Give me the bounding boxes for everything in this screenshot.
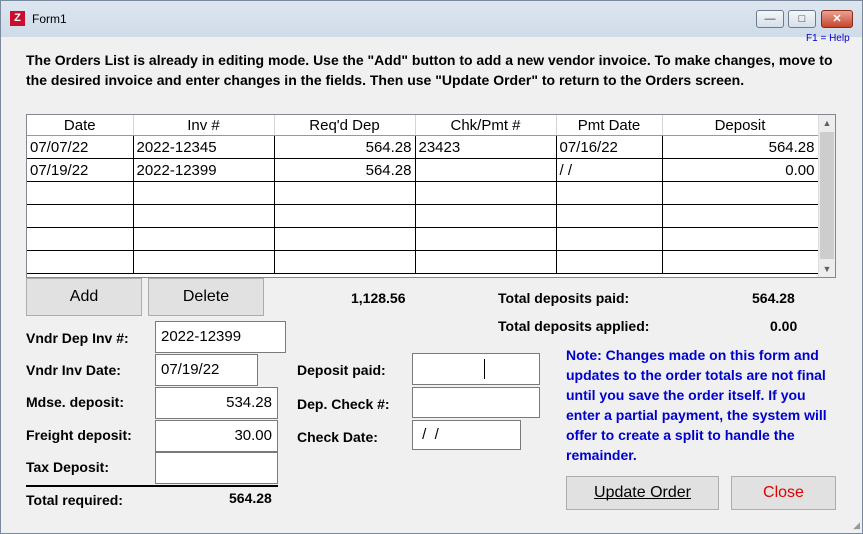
column-header[interactable]: Inv # [133,115,275,136]
table-cell[interactable]: 07/16/22 [556,135,663,159]
check-date-label: Check Date: [297,429,378,445]
table-cell[interactable] [133,227,275,251]
req-deposit-total: 1,128.56 [351,290,406,306]
table-cell[interactable] [27,250,134,274]
table-cell[interactable] [415,158,557,182]
total-required-label: Total required: [26,492,123,508]
table-cell[interactable] [415,250,557,274]
column-header[interactable]: Req'd Dep [274,115,416,136]
column-header[interactable]: Chk/Pmt # [415,115,557,136]
total-required-value: 564.28 [229,490,272,506]
table-cell[interactable] [27,227,134,251]
table-row-empty[interactable] [27,204,819,228]
table-cell[interactable]: 564.28 [274,135,416,159]
dep-check-label: Dep. Check #: [297,396,390,412]
table-cell[interactable] [662,204,819,228]
table-cell[interactable] [133,204,275,228]
scroll-down-icon[interactable]: ▼ [819,261,835,277]
table-cell[interactable] [662,250,819,274]
title-bar[interactable]: Z Form1 — □ ✕ [1,1,862,37]
dep-check-field[interactable] [412,387,540,418]
freight-deposit-field[interactable]: 30.00 [155,420,278,452]
column-header[interactable]: Date [27,115,134,136]
vndr-dep-inv-field[interactable]: 2022-12399 [155,321,286,353]
mdse-deposit-field[interactable]: 534.28 [155,387,278,419]
delete-button[interactable]: Delete [148,278,264,316]
table-cell[interactable]: 564.28 [662,135,819,159]
total-deposits-paid-value: 564.28 [752,290,795,306]
table-cell[interactable] [556,227,663,251]
text-cursor [484,359,485,379]
table-cell[interactable]: / / [556,158,663,182]
table-cell[interactable] [274,250,416,274]
help-hint: F1 = Help [806,33,850,44]
table-cell[interactable]: 23423 [415,135,557,159]
table-cell[interactable]: 2022-12399 [133,158,275,182]
close-button[interactable]: Close [731,476,836,510]
table-cell[interactable] [415,227,557,251]
deposit-paid-field[interactable] [412,353,540,385]
tax-deposit-label: Tax Deposit: [26,459,109,475]
form-window: Z Form1 — □ ✕ F1 = Help The Orders List … [0,0,863,534]
table-cell[interactable]: 0.00 [662,158,819,182]
table-cell[interactable] [662,227,819,251]
table-cell[interactable] [274,181,416,205]
table-row[interactable]: 07/07/22 2022-12345 564.28 23423 07/16/22 564… [27,135,819,159]
deposit-paid-label: Deposit paid: [297,362,386,378]
orders-grid[interactable]: Date Inv # Req'd Dep Chk/Pmt # Pmt Date Depos… [26,114,836,278]
add-button[interactable]: Add [26,278,142,316]
table-cell[interactable] [556,181,663,205]
table-cell[interactable] [415,204,557,228]
grid-scrollbar[interactable]: ▲ ▼ [818,115,835,277]
update-order-label: Update Order [594,484,691,501]
table-cell[interactable] [556,250,663,274]
scroll-thumb[interactable] [820,132,834,259]
tax-deposit-field[interactable] [155,452,278,484]
resize-grip-icon[interactable]: ◢ [853,520,860,531]
vndr-inv-date-field[interactable]: 07/19/22 [155,354,258,386]
freight-deposit-label: Freight deposit: [26,427,132,443]
table-row-empty[interactable] [27,250,819,274]
table-row-empty[interactable] [27,181,819,205]
total-divider [26,485,278,487]
table-cell[interactable] [27,181,134,205]
vndr-inv-date-label: Vndr Inv Date: [26,362,121,378]
update-order-button[interactable]: Update Order [566,476,719,510]
app-logo-icon: Z [10,11,25,26]
table-cell[interactable]: 2022-12345 [133,135,275,159]
table-cell[interactable]: 07/07/22 [27,135,134,159]
save-note: Note: Changes made on this form and upda… [566,347,827,463]
total-deposits-paid-label: Total deposits paid: [498,290,630,306]
table-cell[interactable]: 564.28 [274,158,416,182]
table-cell[interactable] [274,204,416,228]
table-cell[interactable] [27,204,134,228]
table-row-empty[interactable] [27,227,819,251]
table-cell[interactable] [133,250,275,274]
total-deposits-applied-value: 0.00 [770,318,798,334]
column-header[interactable]: Deposit [662,115,819,136]
close-window-icon[interactable]: ✕ [821,10,853,28]
grid-header-row: Date Inv # Req'd Dep Chk/Pmt # Pmt Date Depos… [27,115,819,136]
table-row[interactable]: 07/19/22 2022-12399 564.28 / /0.00 [27,158,819,182]
minimize-icon[interactable]: — [756,10,784,28]
total-deposits-applied-label: Total deposits applied: [498,318,650,334]
maximize-icon[interactable]: □ [788,10,816,28]
instructions-text: The Orders List is already in editing mo… [26,52,833,88]
window-title: Form1 [32,12,67,26]
check-date-field[interactable]: / / [412,420,521,450]
table-cell[interactable] [662,181,819,205]
table-cell[interactable] [556,204,663,228]
mdse-deposit-label: Mdse. deposit: [26,394,125,410]
vndr-dep-inv-label: Vndr Dep Inv #: [26,330,129,346]
table-cell[interactable] [415,181,557,205]
table-cell[interactable]: 07/19/22 [27,158,134,182]
table-cell[interactable] [274,227,416,251]
column-header[interactable]: Pmt Date [556,115,663,136]
scroll-up-icon[interactable]: ▲ [819,115,835,131]
table-cell[interactable] [133,181,275,205]
